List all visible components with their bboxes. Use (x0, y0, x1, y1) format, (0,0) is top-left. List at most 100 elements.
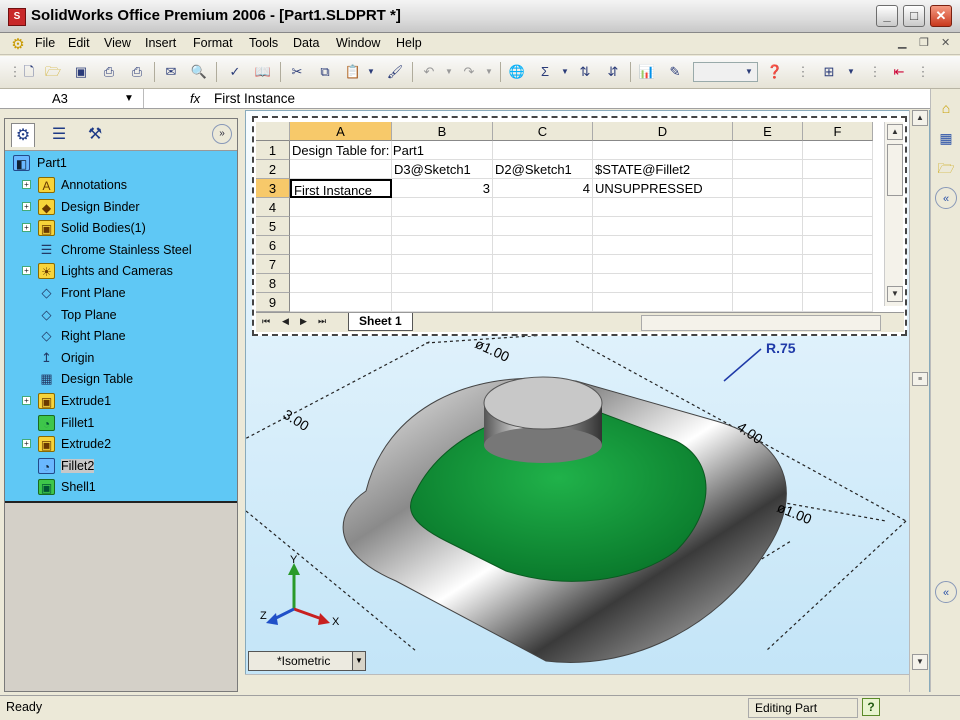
tree-item-annotations[interactable]: + A Annotations (5, 175, 237, 196)
file-explorer-icon[interactable]: 🗁 (935, 157, 957, 179)
cell-e1[interactable] (733, 141, 803, 160)
cell-b8[interactable] (392, 274, 493, 293)
cell-b5[interactable] (392, 217, 493, 236)
solidworks-logo-icon[interactable]: ⚙ (8, 35, 28, 53)
menu-view[interactable]: View (104, 36, 131, 50)
cell-e5[interactable] (733, 217, 803, 236)
cell-d6[interactable] (593, 236, 733, 255)
cell-d7[interactable] (593, 255, 733, 274)
new-file-icon[interactable]: 🗋 (20, 63, 38, 81)
cell-e2[interactable] (733, 160, 803, 179)
expand-icon[interactable]: + (22, 180, 31, 189)
menu-tools[interactable]: Tools (249, 36, 278, 50)
column-header[interactable]: F (803, 122, 873, 141)
cell-d9[interactable] (593, 293, 733, 312)
formula-input[interactable]: First Instance (214, 89, 295, 108)
column-header[interactable]: D (593, 122, 733, 141)
menu-help[interactable]: Help (396, 36, 422, 50)
expand-icon[interactable]: + (22, 439, 31, 449)
mdi-close-icon[interactable]: ✕ (941, 36, 950, 49)
research-icon[interactable]: 📖 (254, 63, 272, 81)
tree-item-fillet2[interactable]: ◔ Fillet2 (5, 456, 237, 477)
menu-data[interactable]: Data (293, 36, 319, 50)
help-icon[interactable]: ❓ (766, 63, 784, 81)
expand-icon[interactable]: + (22, 266, 31, 276)
collapse-panel-icon[interactable]: » (212, 124, 232, 144)
tree-item-extrude1[interactable]: + ▣ Extrude1 (5, 391, 237, 412)
design-library-icon[interactable]: ▦ (935, 127, 957, 149)
cell-b6[interactable] (392, 236, 493, 255)
sheet-scroll-up-icon[interactable]: ▲ (887, 124, 903, 140)
cell-c6[interactable] (493, 236, 593, 255)
cell-e8[interactable] (733, 274, 803, 293)
tree-item-right-plane[interactable]: ◇ Right Plane (5, 326, 237, 347)
toolbar-options-icon[interactable]: ⋮ (914, 63, 932, 81)
first-sheet-icon[interactable]: ⏮ (262, 316, 270, 327)
open-folder-icon[interactable]: 🗁 (44, 63, 62, 81)
dim-label-top[interactable]: ø1.00 (473, 335, 512, 365)
name-box-dropdown-icon[interactable]: ▼ (124, 89, 134, 108)
column-header[interactable]: A (290, 122, 392, 141)
redo-icon[interactable]: ↷ (460, 63, 478, 81)
scroll-down-icon[interactable]: ▼ (912, 654, 928, 670)
cell-a7[interactable] (290, 255, 392, 274)
cell-a8[interactable] (290, 274, 392, 293)
cell-c8[interactable] (493, 274, 593, 293)
sort-descending-icon[interactable]: ⇵ (604, 63, 622, 81)
cell-d8[interactable] (593, 274, 733, 293)
cylinder-boss-top[interactable] (483, 376, 603, 430)
last-sheet-icon[interactable]: ⏭ (318, 316, 326, 327)
dim-label-radius[interactable]: R.75 (766, 340, 796, 356)
borders-dropdown-icon[interactable]: ▼ (842, 63, 860, 81)
format-painter-icon[interactable]: 🖌 (386, 63, 404, 81)
print-icon[interactable]: ⎙ (128, 63, 146, 81)
save-icon[interactable]: ▣ (72, 63, 90, 81)
property-manager-tab-icon[interactable]: ☰ (47, 123, 71, 147)
cell-b9[interactable] (392, 293, 493, 312)
name-box[interactable]: A3 (4, 89, 144, 108)
expand-icon[interactable]: + (22, 201, 31, 211)
home-icon[interactable]: ⌂ (935, 97, 957, 119)
tree-item-design-table[interactable]: ▦ Design Table (5, 369, 237, 390)
column-header[interactable]: C (493, 122, 593, 141)
cell-f9[interactable] (803, 293, 873, 312)
tree-item-extrude2[interactable]: + ▣ Extrude2 (5, 434, 237, 455)
cell-d3[interactable]: UNSUPPRESSED (593, 179, 733, 198)
cell-c2[interactable]: D2@Sketch1 (493, 160, 593, 179)
toolbar-grip-icon[interactable]: ⋮ (866, 63, 884, 81)
cell-f2[interactable] (803, 160, 873, 179)
cell-a9[interactable] (290, 293, 392, 312)
scroll-thumb[interactable]: ≡ (912, 372, 928, 386)
prev-sheet-icon[interactable]: ◀ (282, 316, 289, 327)
tree-item-shell1[interactable]: ▣ Shell1 (5, 477, 237, 498)
quick-tips-icon[interactable]: ? (862, 698, 880, 716)
tree-item-chrome-stainless-steel[interactable]: ☰ Chrome Stainless Steel (5, 240, 237, 261)
cell-f1[interactable] (803, 141, 873, 160)
cell-f8[interactable] (803, 274, 873, 293)
collapse-task-pane-icon[interactable]: « (935, 187, 957, 209)
cell-d1[interactable] (593, 141, 733, 160)
cell-d5[interactable] (593, 217, 733, 236)
select-all-corner[interactable] (256, 122, 290, 141)
cell-e7[interactable] (733, 255, 803, 274)
design-table-exit-icon[interactable]: ⇤ (890, 63, 908, 81)
viewport-horizontal-scrollbar[interactable] (245, 674, 909, 692)
cell-f5[interactable] (803, 217, 873, 236)
cell-a4[interactable] (290, 198, 392, 217)
email-icon[interactable]: ✉ (162, 63, 180, 81)
cell-a6[interactable] (290, 236, 392, 255)
solidworks-app-icon[interactable]: S (8, 8, 26, 26)
row-header[interactable]: 3 (256, 179, 290, 198)
cell-a5[interactable] (290, 217, 392, 236)
maximize-button[interactable]: □ (903, 5, 925, 27)
cell-d4[interactable] (593, 198, 733, 217)
menu-file[interactable]: File (35, 36, 55, 50)
permission-icon[interactable]: ⎙ (100, 63, 118, 81)
cell-b1[interactable] (392, 141, 493, 160)
column-header[interactable]: B (392, 122, 493, 141)
cell-b2[interactable]: D3@Sketch1 (392, 160, 493, 179)
cell-c1[interactable] (493, 141, 593, 160)
function-icon[interactable]: fx (190, 89, 200, 108)
cell-a1[interactable]: Design Table for: Part1 (290, 141, 424, 160)
cell-e4[interactable] (733, 198, 803, 217)
